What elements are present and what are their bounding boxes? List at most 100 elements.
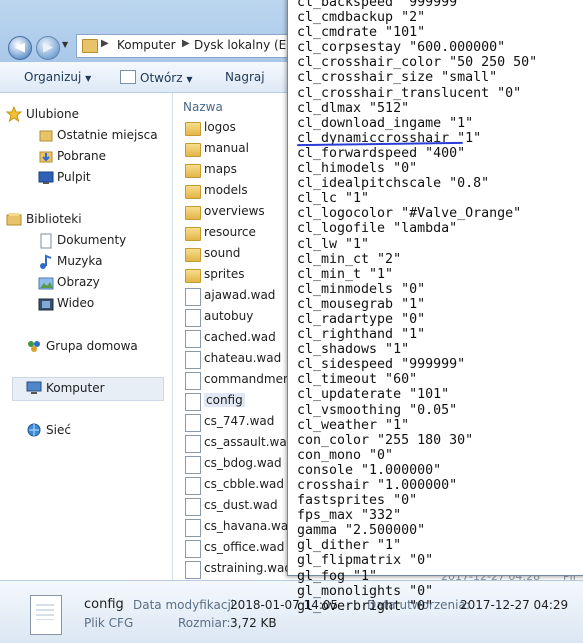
file-row[interactable]: ajawad.wad xyxy=(185,286,295,307)
config-line: cl_cmdbackup "2" xyxy=(297,10,426,26)
breadcrumb-computer[interactable]: Komputer xyxy=(117,38,176,52)
file-icon xyxy=(185,372,201,390)
folder-icon xyxy=(185,206,201,220)
document-icon xyxy=(120,70,136,84)
folder-icon xyxy=(185,269,201,283)
file-name: chateau.wad xyxy=(204,351,282,365)
file-row[interactable]: cached.wad xyxy=(185,328,295,349)
config-line: cl_righthand "1" xyxy=(297,327,426,343)
config-line: cl_cmdrate "101" xyxy=(297,25,426,41)
config-text-area[interactable]: cl_backspeed "999999" cl_cmdbackup "2" cl_… xyxy=(297,0,537,614)
config-line: cl_sidespeed "999999" xyxy=(297,357,466,373)
sidebar-item-music[interactable]: Muzyka xyxy=(57,254,102,268)
file-row[interactable]: cs_747.wad xyxy=(185,412,295,433)
file-name: commandmenu xyxy=(204,372,299,386)
config-line: gl_overbright "0" xyxy=(297,598,434,614)
file-row[interactable]: chateau.wad xyxy=(185,349,295,370)
folder-row[interactable]: maps xyxy=(185,160,295,181)
file-name: sprites xyxy=(204,267,245,281)
config-line: cl_lw "1" xyxy=(297,236,370,252)
sidebar-item-downloads[interactable]: Pobrane xyxy=(57,149,106,163)
file-icon xyxy=(185,330,201,348)
file-row[interactable]: cstraining.wad xyxy=(185,559,295,580)
documents-icon xyxy=(40,233,52,249)
details-size-value: 3,72 KB xyxy=(230,616,277,630)
chevron-down-icon: ▼ xyxy=(186,75,193,84)
config-line: cl_mousegrab "1" xyxy=(297,296,426,312)
config-line: con_mono "0" xyxy=(297,447,394,463)
file-icon xyxy=(185,540,201,558)
computer-icon xyxy=(26,381,42,394)
sidebar-item-libraries[interactable]: Biblioteki xyxy=(26,212,82,226)
config-line: cl_lc "1" xyxy=(297,191,370,207)
folder-row[interactable]: models xyxy=(185,181,295,202)
organize-button[interactable]: Organizuj ▼ xyxy=(24,70,91,84)
config-line: cl_min_t "1" xyxy=(297,266,394,282)
folder-row[interactable]: resource xyxy=(185,223,295,244)
file-row[interactable]: cs_dust.wad xyxy=(185,496,295,517)
folder-row[interactable]: logos xyxy=(185,118,295,139)
config-line: fps_max "332" xyxy=(297,508,402,524)
folder-icon xyxy=(185,143,201,157)
config-line: cl_weather "1" xyxy=(297,417,410,433)
file-row[interactable]: cs_assault.wad xyxy=(185,433,295,454)
file-row[interactable]: cs_office.wad xyxy=(185,538,295,559)
burn-button[interactable]: Nagraj xyxy=(225,70,265,84)
column-header-name[interactable]: Nazwa xyxy=(183,100,223,114)
forward-arrow-icon[interactable]: ▶ xyxy=(36,36,60,60)
file-row[interactable]: cs_cbble.wad xyxy=(185,475,295,496)
star-icon xyxy=(6,106,22,122)
back-arrow-icon[interactable]: ◀ xyxy=(8,36,32,60)
sidebar-item-favorites[interactable]: Ulubione xyxy=(26,107,79,121)
file-name: manual xyxy=(204,141,249,155)
navigation-pane: Ulubione Ostatnie miejsca Pobrane Pulpit… xyxy=(0,93,173,580)
folder-row[interactable]: sound xyxy=(185,244,295,265)
file-row[interactable]: config xyxy=(185,391,295,412)
homegroup-icon xyxy=(28,341,40,352)
file-name: cs_747.wad xyxy=(204,414,275,428)
folder-icon xyxy=(185,185,201,199)
folder-row[interactable]: sprites xyxy=(185,265,295,286)
breadcrumb-separator-icon: ▶ xyxy=(101,38,109,49)
videos-icon xyxy=(38,298,54,311)
config-line: gl_dither "1" xyxy=(297,538,402,554)
file-icon xyxy=(185,477,201,495)
file-icon xyxy=(185,309,201,327)
config-line: cl_timeout "60" xyxy=(297,372,418,388)
config-line: con_color "255 180 30" xyxy=(297,432,474,448)
history-dropdown-icon[interactable]: ▼ xyxy=(62,40,72,54)
folder-icon xyxy=(185,164,201,178)
open-button[interactable]: Otwórz ▼ xyxy=(120,70,193,85)
breadcrumb-drive[interactable]: Dysk lokalny (E:) xyxy=(194,38,295,52)
folder-icon xyxy=(82,39,98,53)
config-line: fastsprites "0" xyxy=(297,493,418,509)
file-row[interactable]: cs_havana.wad xyxy=(185,517,296,538)
config-line: cl_crosshair_size "small" xyxy=(297,70,498,86)
sidebar-item-videos[interactable]: Wideo xyxy=(57,296,94,310)
sidebar-item-desktop[interactable]: Pulpit xyxy=(57,170,91,184)
breadcrumb-separator-icon[interactable]: ▶ xyxy=(182,38,190,49)
sidebar-item-pictures[interactable]: Obrazy xyxy=(57,275,100,289)
folder-row[interactable]: overviews xyxy=(185,202,295,223)
notepad-window[interactable]: cl_backspeed "999999" cl_cmdbackup "2" cl_… xyxy=(287,0,583,614)
sidebar-item-network[interactable]: Sieć xyxy=(46,423,71,437)
downloads-icon xyxy=(39,151,53,163)
file-row[interactable]: commandmenu xyxy=(185,370,299,391)
config-line: cl_shadows "1" xyxy=(297,342,410,358)
config-line: gamma "2.500000" xyxy=(297,523,426,539)
config-line: cl_updaterate "101" xyxy=(297,387,450,403)
pictures-icon xyxy=(38,277,54,290)
config-line: gl_monolights "0" xyxy=(297,583,434,599)
config-line: gl_fog "1" xyxy=(297,568,378,584)
config-line: cl_forwardspeed "400" xyxy=(297,145,466,161)
file-row[interactable]: autobuy xyxy=(185,307,295,328)
desktop-icon xyxy=(38,171,54,184)
file-name: maps xyxy=(204,162,237,176)
sidebar-item-recent[interactable]: Ostatnie miejsca xyxy=(57,128,158,142)
folder-row[interactable]: manual xyxy=(185,139,295,160)
sidebar-item-homegroup[interactable]: Grupa domowa xyxy=(46,339,138,353)
file-name: cs_assault.wad xyxy=(204,435,295,449)
sidebar-item-computer[interactable]: Komputer xyxy=(46,381,105,395)
file-row[interactable]: cs_bdog.wad xyxy=(185,454,295,475)
sidebar-item-documents[interactable]: Dokumenty xyxy=(57,233,126,247)
